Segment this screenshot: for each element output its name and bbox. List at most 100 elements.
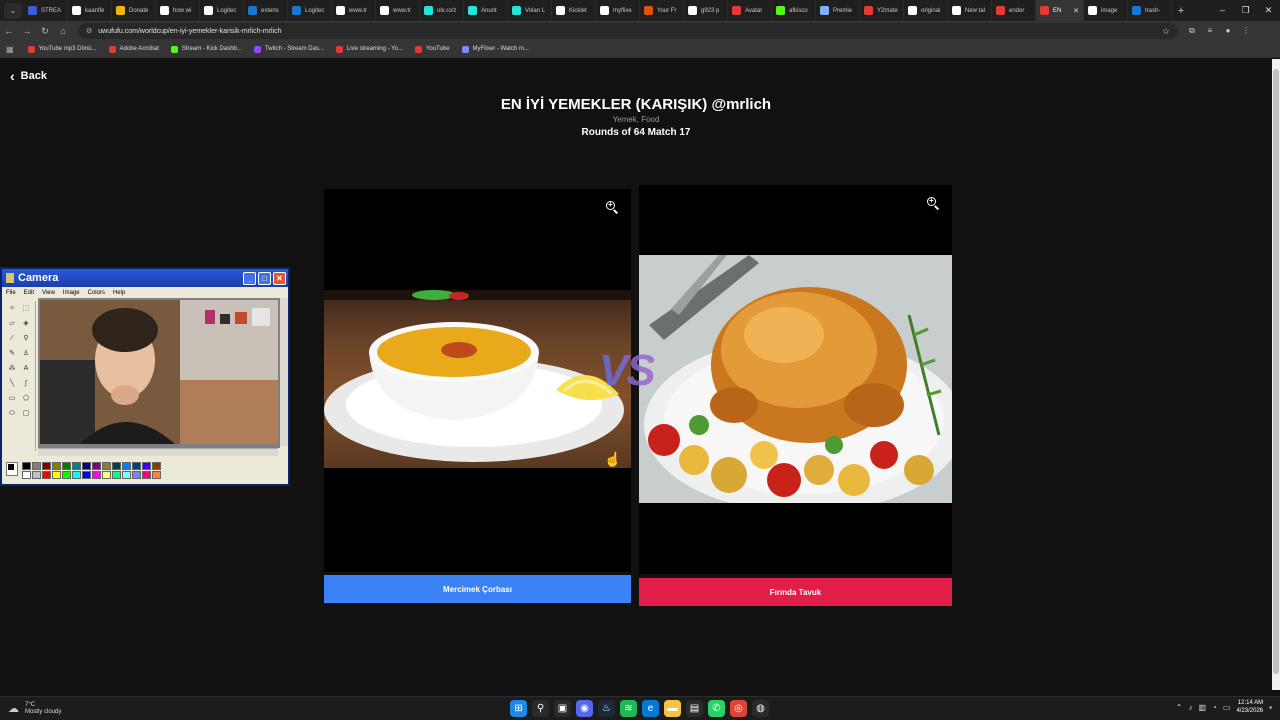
paint-horizontal-scrollbar[interactable] — [38, 448, 278, 456]
palette-swatch[interactable] — [82, 462, 91, 470]
palette-swatch[interactable] — [72, 471, 81, 479]
text-icon[interactable]: A — [21, 364, 31, 374]
scrollbar-thumb[interactable] — [1273, 69, 1279, 674]
browser-tab[interactable]: New tal — [948, 0, 992, 21]
bookmark-item[interactable]: YouTube — [414, 45, 450, 53]
bookmark-item[interactable]: MyFlixer - Watch m... — [461, 45, 529, 53]
palette-swatch[interactable] — [32, 462, 41, 470]
edge-icon[interactable]: e — [642, 700, 659, 717]
bookmark-item[interactable]: Adobe Acrobat — [108, 45, 159, 53]
pencil-icon[interactable]: ✎ — [7, 349, 17, 359]
palette-swatch[interactable] — [122, 471, 131, 479]
browser-tab[interactable]: extens — [244, 0, 288, 21]
zoom-in-icon[interactable]: + — [606, 200, 619, 214]
camera-window-titlebar[interactable]: Camera _ □ ✕ — [2, 269, 288, 287]
palette-swatch[interactable] — [32, 471, 41, 479]
rounded-rect-icon[interactable]: ▢ — [21, 409, 31, 419]
bookmark-item[interactable]: Twitch - Stream Das... — [253, 45, 324, 53]
browser-tab[interactable]: Premie — [816, 0, 860, 21]
palette-swatch[interactable] — [22, 471, 31, 479]
palette-swatch[interactable] — [132, 462, 141, 470]
browser-tab[interactable]: myflixe — [596, 0, 640, 21]
browser-tab[interactable]: Kicklet — [552, 0, 596, 21]
close-tab-icon[interactable]: ✕ — [1073, 7, 1079, 15]
palette-swatch[interactable] — [42, 462, 51, 470]
browser-tab[interactable]: original — [904, 0, 948, 21]
palette-swatch[interactable] — [132, 471, 141, 479]
paint-vertical-scrollbar[interactable] — [280, 298, 288, 446]
polygon-icon[interactable]: ⬠ — [21, 394, 31, 404]
notification-icon[interactable]: ▪ — [1269, 703, 1272, 712]
site-info-icon[interactable]: ⚙ — [86, 27, 92, 35]
bookmark-star-icon[interactable]: ☆ — [1162, 26, 1170, 37]
current-colors[interactable] — [6, 462, 18, 476]
weather-widget[interactable]: ☁ 7°C Mostly cloudy — [0, 702, 61, 716]
paint-menu-item[interactable]: File — [6, 290, 16, 296]
forward-nav-button[interactable]: → — [18, 26, 36, 36]
picker-icon[interactable]: ⁄ — [7, 334, 17, 344]
new-tab-button[interactable]: + — [1172, 5, 1190, 17]
palette-swatch[interactable] — [152, 471, 161, 479]
palette-swatch[interactable] — [82, 471, 91, 479]
curve-icon[interactable]: ∫ — [21, 379, 31, 389]
volume-icon[interactable]: ◔ — [1212, 703, 1217, 712]
paint-menu-item[interactable]: Colors — [88, 290, 105, 296]
eraser-icon[interactable]: ▱ — [7, 319, 17, 329]
brush-icon[interactable]: ♙ — [21, 349, 31, 359]
line-icon[interactable]: ╲ — [7, 379, 17, 389]
palette-swatch[interactable] — [52, 471, 61, 479]
browser-tab[interactable]: g923 p — [684, 0, 728, 21]
search-icon[interactable]: ⚲ — [532, 700, 549, 717]
tab-search-button[interactable]: ⌄ — [4, 2, 22, 19]
paint-menu-item[interactable]: View — [42, 290, 55, 296]
browser-tab[interactable]: afkisco — [772, 0, 816, 21]
browser-tab[interactable]: STREA — [24, 0, 68, 21]
browser-tab[interactable]: ender — [992, 0, 1036, 21]
browser-tab[interactable]: www.tr — [376, 0, 420, 21]
maximize-icon[interactable]: □ — [258, 271, 271, 285]
browser-tab[interactable]: how wi — [156, 0, 200, 21]
maximize-button[interactable]: ❐ — [1234, 5, 1257, 16]
paint-menu-item[interactable]: Edit — [24, 290, 34, 296]
left-candidate-card[interactable]: + — [324, 189, 631, 572]
ellipse-icon[interactable]: ⬭ — [7, 409, 17, 419]
palette-swatch[interactable] — [92, 462, 101, 470]
discord-icon[interactable]: ◉ — [576, 700, 593, 717]
palette-swatch[interactable] — [102, 462, 111, 470]
palette-swatch[interactable] — [22, 462, 31, 470]
browser-tab[interactable]: olx.ro/z — [420, 0, 464, 21]
browser-tab[interactable]: Volan L — [508, 0, 552, 21]
palette-swatch[interactable] — [112, 471, 121, 479]
browser-tab[interactable]: EN ✕ — [1036, 0, 1084, 21]
right-choice-button[interactable]: Fırında Tavuk — [639, 578, 952, 606]
profile-icon[interactable]: ● — [1222, 26, 1234, 36]
left-choice-button[interactable]: Mercimek Çorbası — [324, 575, 631, 603]
file-explorer-icon[interactable]: ▬ — [664, 700, 681, 717]
browser-tab[interactable]: Logitec — [200, 0, 244, 21]
browser-tab[interactable]: Your Fr — [640, 0, 684, 21]
palette-swatch[interactable] — [62, 462, 71, 470]
rect-select-icon[interactable]: ⬚ — [21, 304, 31, 314]
palette-swatch[interactable] — [42, 471, 51, 479]
palette-swatch[interactable] — [102, 471, 111, 479]
page-scrollbar[interactable] — [1272, 59, 1280, 690]
palette-swatch[interactable] — [142, 462, 151, 470]
rectangle-icon[interactable]: ▭ — [7, 394, 17, 404]
steam-icon[interactable]: ♨ — [598, 700, 615, 717]
bookmark-item[interactable]: Live streaming - Yo... — [335, 45, 403, 53]
magnifier-icon[interactable]: ⚲ — [21, 334, 31, 344]
apps-icon[interactable]: ▦ — [6, 45, 14, 54]
airbrush-icon[interactable]: ⁂ — [7, 364, 17, 374]
browser-tab[interactable]: kaanfle — [68, 0, 112, 21]
browser-tab[interactable]: trash- — [1128, 0, 1172, 21]
back-nav-button[interactable]: ← — [0, 26, 18, 36]
microphone-icon[interactable]: ♪ — [1188, 703, 1192, 712]
minimize-icon[interactable]: _ — [243, 271, 256, 285]
whatsapp-icon[interactable]: ✆ — [708, 700, 725, 717]
task-view-icon[interactable]: ▣ — [554, 700, 571, 717]
url-field[interactable]: ⚙ uwufufu.com/worldcup/en-iyi-yemekler-k… — [78, 23, 1178, 39]
bookmark-item[interactable]: YouTube mp3 Dönü... — [27, 45, 97, 53]
browser-tab[interactable]: Anunt — [464, 0, 508, 21]
browser-tab[interactable]: Donate — [112, 0, 156, 21]
palette-swatch[interactable] — [62, 471, 71, 479]
